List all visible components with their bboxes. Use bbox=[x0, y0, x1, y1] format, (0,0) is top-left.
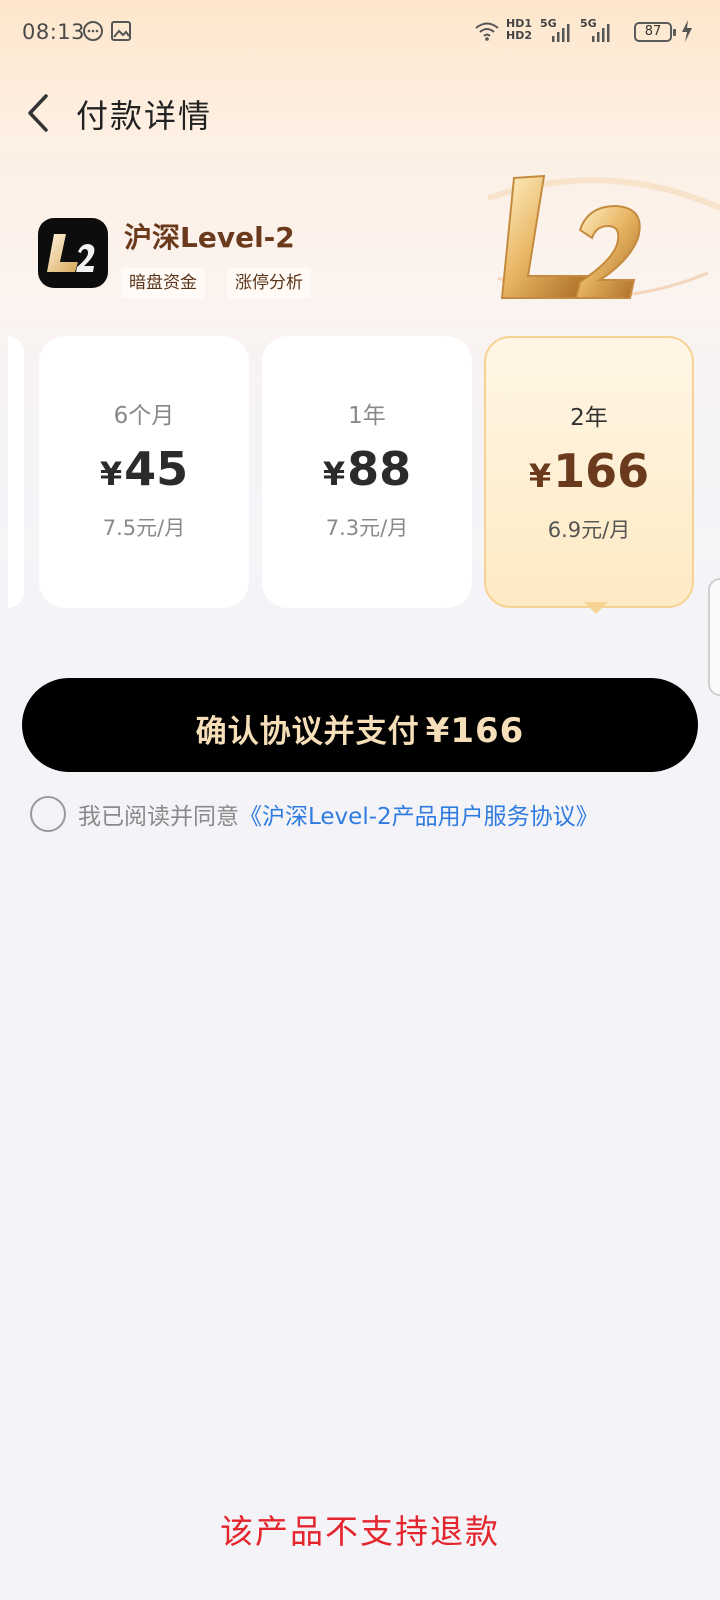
side-drawer-handle[interactable] bbox=[708, 578, 720, 696]
confirm-and-pay-button[interactable]: 确认协议并支付 ¥166 bbox=[22, 678, 698, 772]
agreement-checkbox[interactable] bbox=[30, 796, 66, 832]
status-time: 08:13 bbox=[22, 20, 86, 44]
back-button[interactable] bbox=[20, 88, 64, 138]
service-agreement-link[interactable]: 《沪深Level-2产品用户服务协议》 bbox=[239, 804, 599, 830]
hd2-label: HD2 bbox=[506, 29, 532, 42]
agreement-text: 我已阅读并同意《沪深Level-2产品用户服务协议》 bbox=[78, 797, 599, 831]
plan-duration: 1年 bbox=[348, 403, 386, 429]
plan-price-value: 45 bbox=[124, 442, 189, 496]
pay-button-label: 确认协议并支付 ¥166 bbox=[196, 706, 525, 751]
plan-card-6-months[interactable]: 6个月 ¥45 7.5元/月 bbox=[39, 336, 249, 608]
plan-price-value: 88 bbox=[347, 442, 412, 496]
plan-carousel[interactable]: 6个月 ¥45 7.5元/月 1年 ¥88 7.3元/月 2年 ¥166 6.9… bbox=[0, 336, 720, 626]
plan-card-partial[interactable] bbox=[8, 336, 24, 608]
pay-amount: ¥166 bbox=[425, 711, 525, 751]
gallery-icon bbox=[111, 21, 131, 41]
plan-price-value: 166 bbox=[553, 444, 650, 498]
plan-card-2-years[interactable]: 2年 ¥166 6.9元/月 bbox=[484, 336, 694, 608]
signal-1-icon bbox=[552, 24, 570, 42]
battery-icon: 87 bbox=[634, 22, 676, 42]
plan-monthly-price: 7.5元/月 bbox=[102, 516, 186, 540]
agreement-prefix: 我已阅读并同意 bbox=[78, 804, 239, 830]
plan-monthly-price: 7.3元/月 bbox=[325, 516, 409, 540]
hd-indicator: HD1 HD2 bbox=[506, 18, 532, 42]
currency-symbol: ¥ bbox=[528, 457, 552, 495]
plan-price: ¥45 bbox=[39, 442, 249, 496]
payment-details-page: 08:13 HD1 HD2 5G 5G 87 付款详情 沪深Level-2 暗盘… bbox=[0, 0, 720, 1600]
product-tag-dark-pool-funds: 暗盘资金 bbox=[121, 268, 205, 299]
pay-label-text: 确认协议并支付 bbox=[195, 714, 420, 750]
plan-duration: 2年 bbox=[570, 405, 608, 431]
plan-duration: 6个月 bbox=[113, 403, 175, 429]
l2-logo-icon bbox=[47, 234, 95, 272]
message-icon bbox=[83, 21, 103, 41]
plan-price: ¥166 bbox=[486, 444, 692, 498]
chevron-left-icon bbox=[28, 94, 48, 132]
plan-card-1-year[interactable]: 1年 ¥88 7.3元/月 bbox=[262, 336, 472, 608]
selected-plan-pointer bbox=[584, 602, 608, 614]
signal-2-icon bbox=[592, 24, 610, 42]
currency-symbol: ¥ bbox=[99, 455, 123, 493]
page-title: 付款详情 bbox=[76, 97, 213, 135]
product-logo bbox=[38, 218, 108, 288]
product-tag-limit-up-analysis: 涨停分析 bbox=[227, 268, 311, 299]
product-name: 沪深Level-2 bbox=[124, 221, 295, 254]
plan-price: ¥88 bbox=[262, 442, 472, 496]
charging-icon bbox=[682, 20, 692, 42]
status-bar: 08:13 HD1 HD2 5G 5G 87 bbox=[0, 0, 720, 64]
l2-gold-art bbox=[488, 174, 720, 299]
refund-notice: 该产品不支持退款 bbox=[220, 1512, 500, 1551]
currency-symbol: ¥ bbox=[322, 455, 346, 493]
plan-monthly-price: 6.9元/月 bbox=[547, 518, 631, 542]
wifi-icon bbox=[475, 22, 499, 41]
